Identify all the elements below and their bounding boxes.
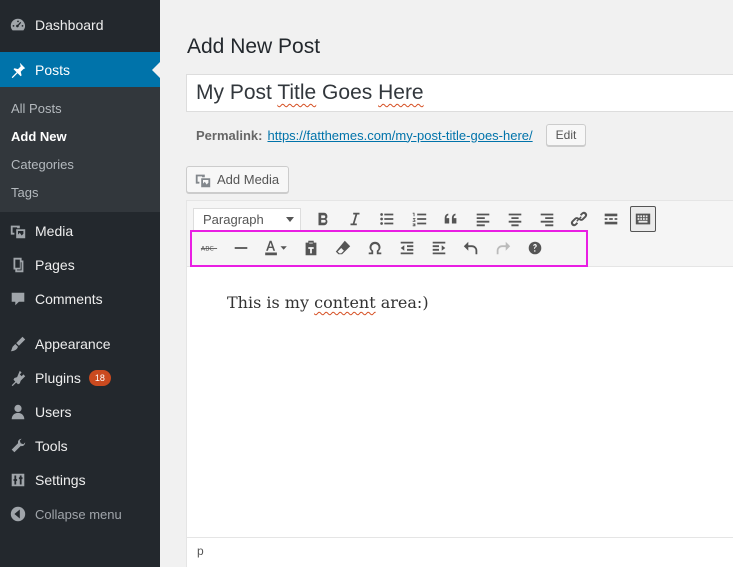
bulleted-list-button[interactable]: [371, 205, 403, 233]
permalink-edit-button[interactable]: Edit: [545, 124, 587, 146]
align-right-icon: [540, 213, 554, 227]
menu-collapse[interactable]: Collapse menu: [0, 497, 160, 531]
chevron-down-icon: [286, 216, 294, 222]
format-select[interactable]: Paragraph: [193, 207, 301, 231]
add-media-icon: [195, 174, 211, 187]
page-title: Add New Post: [187, 35, 321, 58]
menu-dashboard[interactable]: Dashboard: [0, 8, 160, 42]
pages-icon: [8, 255, 28, 275]
align-left-icon: [476, 213, 490, 227]
element-path[interactable]: p: [197, 544, 204, 558]
numbered-list-button[interactable]: [403, 205, 435, 233]
format-select-value: Paragraph: [203, 211, 264, 227]
bulleted-list-icon: [380, 213, 394, 225]
toolbar-row-1: Paragraph: [193, 205, 659, 233]
pin-icon: [8, 60, 28, 80]
paintbrush-icon: [8, 334, 28, 354]
media-icon: [8, 221, 28, 241]
align-left-button[interactable]: [467, 205, 499, 233]
menu-pages[interactable]: Pages: [0, 248, 160, 282]
menu-posts-label: Posts: [35, 61, 71, 78]
blockquote-icon: [444, 213, 457, 224]
bold-icon: [318, 212, 328, 226]
menu-posts[interactable]: Posts: [0, 52, 160, 87]
content-text-misspelled: content: [314, 293, 376, 312]
collapse-arrow-icon: [8, 504, 28, 524]
menu-tools[interactable]: Tools: [0, 429, 160, 463]
editor-status-bar: p: [187, 537, 733, 559]
plugin-icon: [8, 368, 28, 388]
settings-sliders-icon: [8, 470, 28, 490]
permalink-url[interactable]: https://fatthemes.com/my-post-title-goes…: [267, 128, 532, 143]
menu-pages-label: Pages: [35, 257, 75, 273]
comments-icon: [8, 289, 28, 309]
blockquote-button[interactable]: [435, 205, 467, 233]
menu-comments[interactable]: Comments: [0, 282, 160, 316]
menu-appearance-label: Appearance: [35, 336, 111, 352]
content-area[interactable]: This is my content area:): [227, 293, 429, 312]
title-word: Goes: [316, 81, 379, 104]
menu-comments-label: Comments: [35, 291, 103, 307]
insert-link-button[interactable]: [563, 205, 595, 233]
menu-plugins-label: Plugins: [35, 370, 81, 386]
link-icon: [570, 211, 588, 227]
menu-plugins[interactable]: Plugins 18: [0, 361, 160, 395]
align-right-button[interactable]: [531, 205, 563, 233]
users-icon: [8, 402, 28, 422]
content-text: This is my: [227, 293, 315, 312]
menu-collapse-label: Collapse menu: [35, 506, 122, 522]
post-title-input[interactable]: My Post Title Goes Here: [186, 74, 733, 112]
menu-dashboard-label: Dashboard: [35, 17, 104, 33]
active-indicator: [152, 62, 160, 78]
posts-submenu: All Posts Add New Categories Tags: [0, 87, 160, 212]
title-word: My Post: [196, 81, 278, 104]
read-more-button[interactable]: [595, 205, 627, 233]
menu-settings-label: Settings: [35, 472, 86, 488]
bold-button[interactable]: [307, 205, 339, 233]
title-word-misspelled: Title: [277, 81, 317, 104]
submenu-tags[interactable]: Tags: [11, 185, 38, 200]
title-word-misspelled: Here: [378, 81, 424, 104]
read-more-icon: [604, 213, 618, 225]
content-text: area:): [375, 293, 429, 312]
menu-appearance[interactable]: Appearance: [0, 327, 160, 361]
submenu-all-posts[interactable]: All Posts: [11, 101, 62, 116]
wrench-icon: [8, 436, 28, 456]
menu-users-label: Users: [35, 404, 72, 420]
toolbar-toggle-icon: [635, 213, 651, 225]
submenu-categories[interactable]: Categories: [11, 157, 74, 172]
permalink-label: Permalink:: [196, 127, 263, 143]
align-center-icon: [508, 213, 522, 227]
toolbar-highlight-box: [190, 230, 588, 267]
dashboard-icon: [8, 15, 28, 35]
italic-button[interactable]: [339, 205, 371, 233]
menu-tools-label: Tools: [35, 438, 68, 454]
menu-users[interactable]: Users: [0, 395, 160, 429]
toolbar-toggle-button[interactable]: [630, 206, 656, 232]
menu-media[interactable]: Media: [0, 214, 160, 248]
italic-icon: [350, 212, 360, 226]
menu-media-label: Media: [35, 223, 74, 239]
permalink-row: Permalink: https://fatthemes.com/my-post…: [196, 124, 587, 146]
numbered-list-icon: [412, 212, 427, 227]
menu-settings[interactable]: Settings: [0, 463, 160, 497]
admin-sidebar: Dashboard Posts All Posts Add New Catego…: [0, 0, 160, 567]
align-center-button[interactable]: [499, 205, 531, 233]
add-media-button[interactable]: Add Media: [186, 166, 290, 193]
plugins-update-badge: 18: [88, 370, 111, 386]
submenu-add-new[interactable]: Add New: [11, 129, 67, 144]
add-media-label: Add Media: [217, 172, 280, 187]
